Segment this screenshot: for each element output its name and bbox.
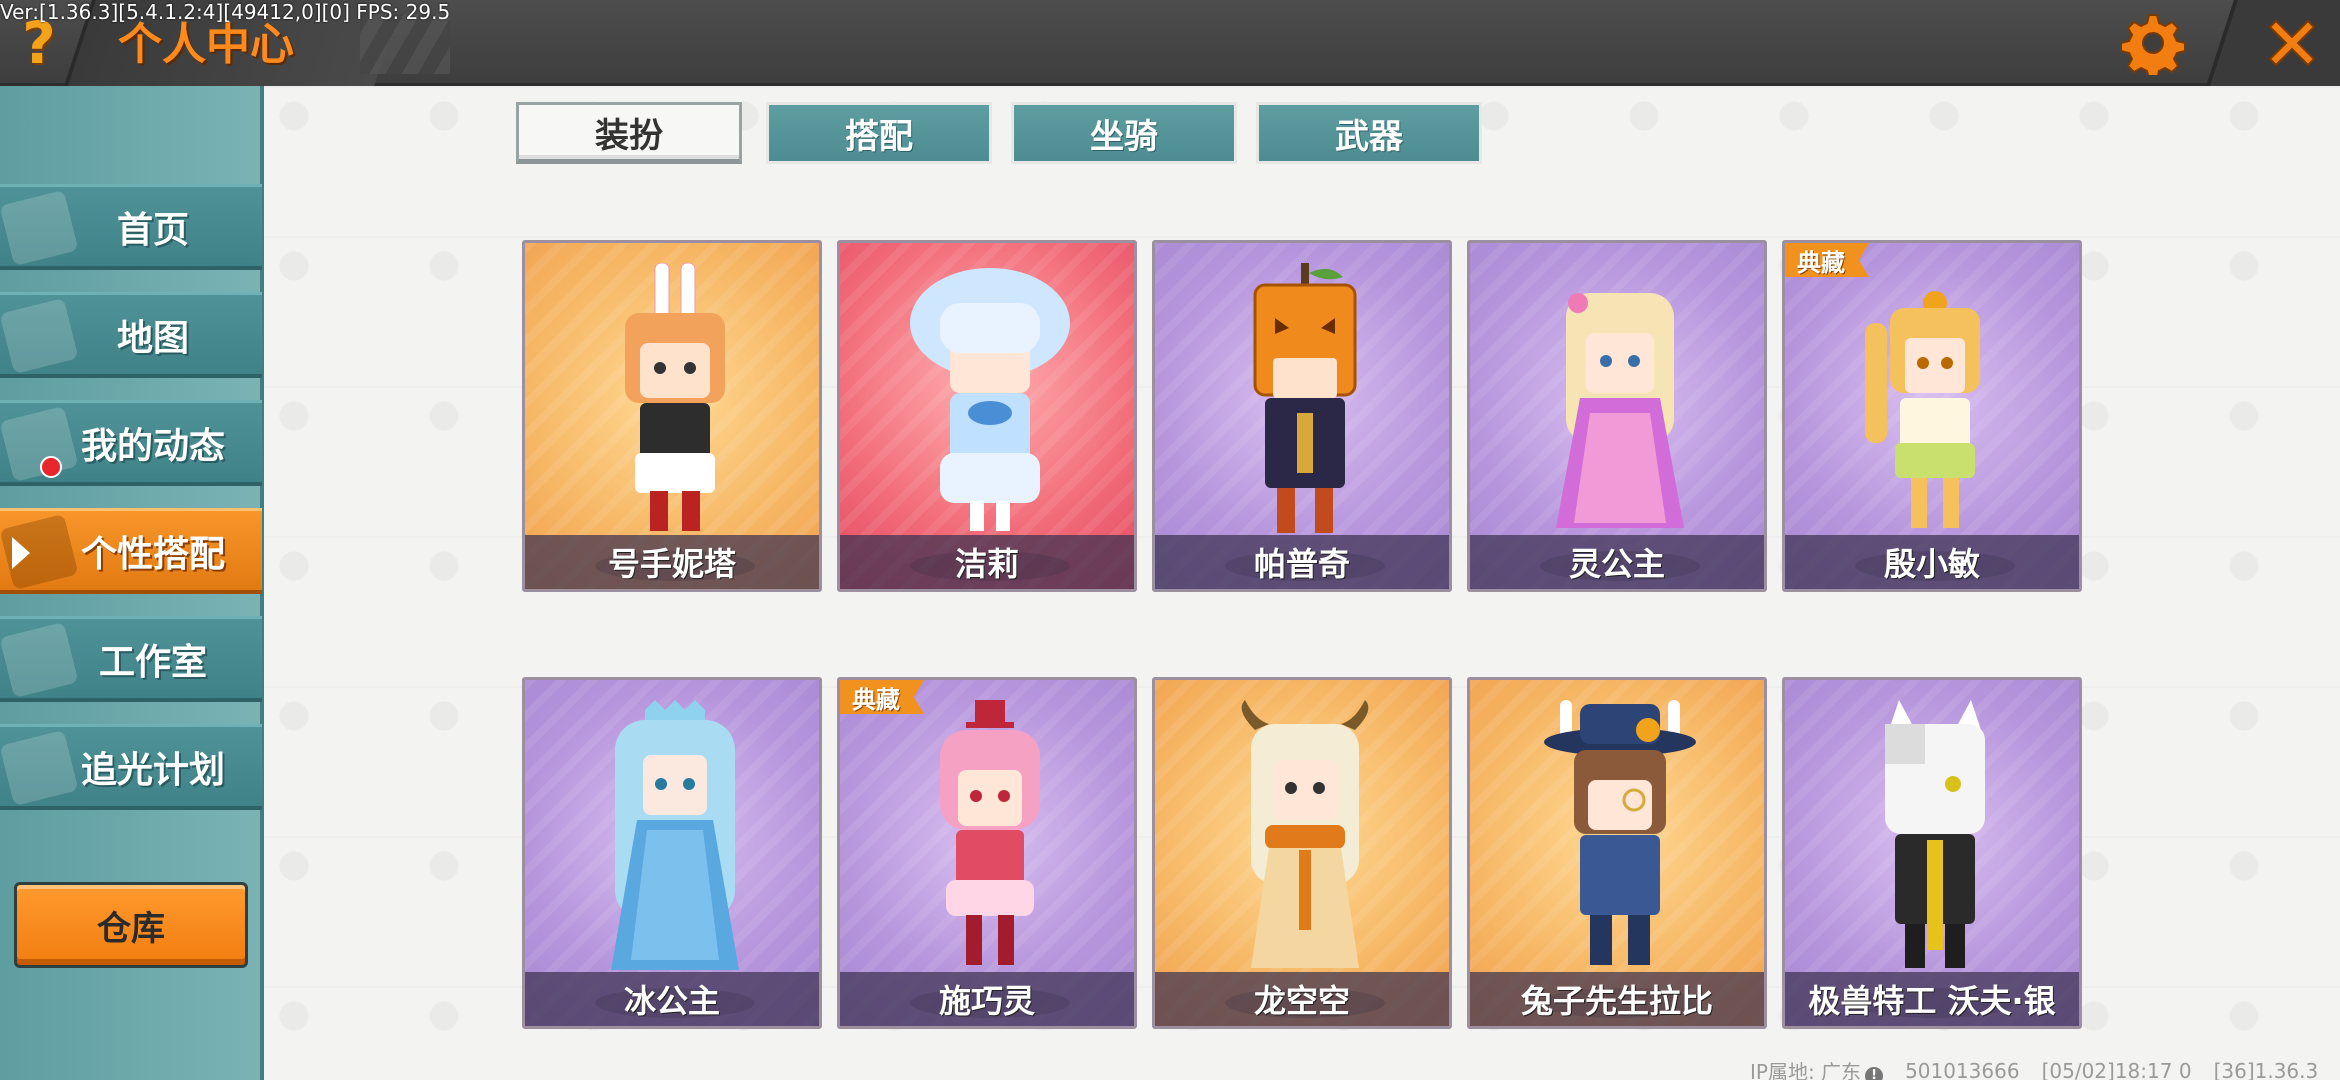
sidebar-item-label: 地图 bbox=[116, 317, 189, 359]
user-id: 501013666 bbox=[1905, 1058, 2020, 1080]
sidebar-item-plan[interactable]: 追光计划 bbox=[0, 724, 262, 810]
skin-name: 冰公主 bbox=[525, 972, 819, 1026]
skin-card[interactable]: 灵公主 bbox=[1467, 240, 1767, 592]
character-figure-icon bbox=[1253, 263, 1357, 533]
skin-name: 帕普奇 bbox=[1155, 535, 1449, 589]
tab-weapon[interactable]: 武器 bbox=[1256, 102, 1482, 164]
ip-location: IP属地: 广东! bbox=[1750, 1056, 1884, 1080]
sidebar-item-label: 工作室 bbox=[98, 641, 207, 683]
sidebar-item-studio[interactable]: 工作室 bbox=[0, 616, 262, 702]
skin-name: 龙空空 bbox=[1155, 972, 1449, 1026]
skin-name: 灵公主 bbox=[1470, 535, 1764, 589]
skin-name: 号手妮塔 bbox=[525, 535, 819, 589]
character-figure-icon bbox=[625, 263, 725, 531]
sidebar-item-label: 个性搭配 bbox=[80, 533, 225, 575]
studio-icon bbox=[0, 621, 79, 698]
collection-badge: 典藏 bbox=[1785, 243, 1869, 277]
skin-card[interactable]: 兔子先生拉比 bbox=[1467, 677, 1767, 1029]
tab-mount[interactable]: 坐骑 bbox=[1011, 102, 1237, 164]
active-arrow-icon bbox=[12, 537, 30, 569]
skin-card[interactable]: 极兽特工 沃夫·银 bbox=[1782, 677, 2082, 1029]
timestamp: [05/02]18:17 0 bbox=[2041, 1058, 2192, 1080]
tab-costume[interactable]: 装扮 bbox=[516, 102, 742, 164]
collection-badge: 典藏 bbox=[840, 680, 924, 714]
skin-card[interactable]: 冰公主 bbox=[522, 677, 822, 1029]
activity-icon bbox=[0, 405, 79, 482]
character-figure-icon bbox=[611, 700, 739, 970]
home-icon bbox=[0, 189, 79, 266]
skin-card[interactable]: 龙空空 bbox=[1152, 677, 1452, 1029]
sidebar-item-home[interactable]: 首页 bbox=[0, 184, 262, 270]
character-figure-icon bbox=[1556, 293, 1684, 528]
character-figure-icon bbox=[1865, 291, 1980, 528]
character-figure-icon bbox=[1885, 700, 1985, 968]
plan-icon bbox=[0, 729, 79, 806]
settings-button[interactable] bbox=[2118, 8, 2188, 78]
skin-card[interactable]: 号手妮塔 bbox=[522, 240, 822, 592]
skin-name: 兔子先生拉比 bbox=[1470, 972, 1764, 1026]
sidebar-item-label: 追光计划 bbox=[80, 749, 225, 791]
debug-overlay: Ver:[1.36.3][5.4.1.2:4][49412,0][0] FPS:… bbox=[0, 0, 451, 24]
skin-name: 施巧灵 bbox=[840, 972, 1134, 1026]
skin-name: 殷小敏 bbox=[1785, 535, 2079, 589]
close-button[interactable] bbox=[2250, 6, 2334, 80]
notification-dot bbox=[40, 456, 62, 478]
sidebar-item-map[interactable]: 地图 bbox=[0, 292, 262, 378]
skin-name: 极兽特工 沃夫·银 bbox=[1785, 972, 2079, 1026]
skin-name: 洁莉 bbox=[840, 535, 1134, 589]
sidebar-item-activity[interactable]: 我的动态 bbox=[0, 400, 262, 486]
sidebar-item-label: 我的动态 bbox=[80, 425, 225, 467]
skin-card[interactable]: 洁莉 bbox=[837, 240, 1137, 592]
info-icon[interactable]: ! bbox=[1865, 1066, 1884, 1080]
sidebar-item-label: 首页 bbox=[116, 209, 189, 251]
character-figure-icon bbox=[910, 268, 1070, 531]
skin-card[interactable]: 典藏 施巧灵 bbox=[837, 677, 1137, 1029]
character-figure-icon bbox=[1241, 700, 1369, 968]
tab-match[interactable]: 搭配 bbox=[766, 102, 992, 164]
skin-card[interactable]: 帕普奇 bbox=[1152, 240, 1452, 592]
map-icon bbox=[0, 297, 79, 374]
character-figure-icon bbox=[1544, 700, 1696, 965]
warehouse-button[interactable]: 仓库 bbox=[14, 882, 248, 968]
close-icon bbox=[2268, 19, 2316, 67]
sidebar-item-outfit[interactable]: 个性搭配 bbox=[0, 508, 262, 594]
character-figure-icon bbox=[940, 700, 1040, 965]
footer-info: IP属地: 广东! 501013666 [05/02]18:17 0 [36]1… bbox=[1750, 1056, 2318, 1080]
gear-icon bbox=[2121, 14, 2185, 75]
version-label: [36]1.36.3 bbox=[2213, 1058, 2319, 1080]
skin-card[interactable]: 典藏 殷小敏 bbox=[1782, 240, 2082, 592]
